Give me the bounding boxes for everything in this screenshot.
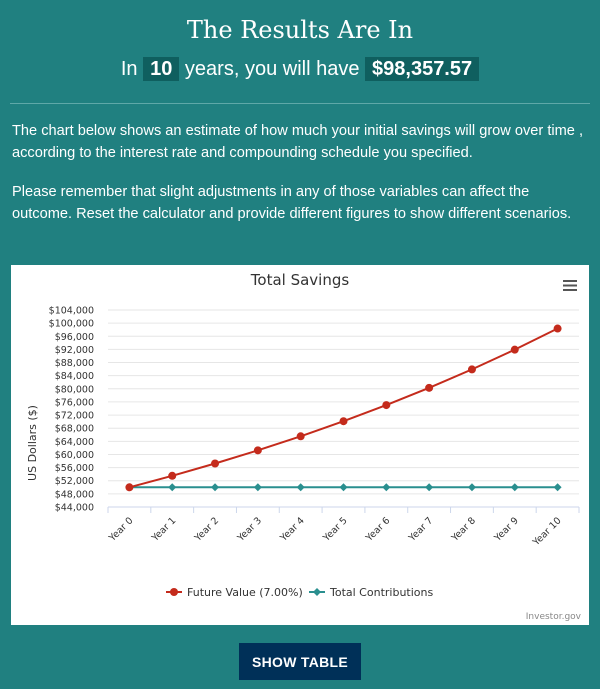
x-tick-label: Year 2 (192, 515, 221, 544)
x-tick-label: Year 0 (106, 515, 135, 544)
future-value-point[interactable] (253, 446, 262, 455)
contribution-point[interactable] (339, 483, 348, 492)
results-summary: In 10 years, you will have $98,357.57 (0, 57, 600, 81)
contribution-point[interactable] (467, 483, 476, 492)
future-value-point[interactable] (467, 365, 476, 374)
x-tick-label: Year 5 (320, 515, 349, 544)
future-value-point[interactable] (382, 401, 391, 410)
show-table-button[interactable]: SHOW TABLE (239, 643, 361, 680)
contribution-point[interactable] (425, 483, 434, 492)
legend-label: Future Value (7.00%) (187, 586, 303, 599)
future-value-point[interactable] (125, 483, 134, 492)
chart-container: Total Savings US Dollars ($) $44,000 $48,… (11, 265, 589, 625)
disclaimer-paragraph: Please remember that slight adjustments … (12, 184, 572, 222)
x-tick-label: Year 8 (449, 515, 478, 544)
x-tick-label: Year 9 (492, 515, 521, 544)
future-value-point[interactable] (425, 383, 434, 392)
future-value-point[interactable] (510, 345, 519, 354)
summary-middle: years, you will have (184, 58, 360, 80)
x-tick-label: Year 6 (363, 515, 392, 544)
y-tick-label: $56,000 (55, 463, 94, 474)
y-tick-label: $48,000 (55, 489, 94, 500)
future-value-point[interactable] (168, 471, 177, 480)
y-tick-label: $104,000 (49, 306, 94, 317)
y-tick-label: $64,000 (55, 437, 94, 448)
y-tick-label: $76,000 (55, 397, 94, 408)
legend-marker-circle-icon (170, 588, 178, 596)
contribution-point[interactable] (253, 483, 262, 492)
explanation-paragraph: The chart below shows an estimate of how… (12, 123, 584, 161)
x-tick-label: Year 3 (235, 515, 264, 544)
x-tick-label: Year 1 (149, 515, 178, 544)
y-tick-label: $68,000 (55, 424, 94, 435)
credit-label: Investor.gov (526, 612, 582, 622)
contribution-point[interactable] (296, 483, 305, 492)
future-value-point[interactable] (553, 324, 562, 333)
y-tick-label: $88,000 (55, 358, 94, 369)
hamburger-menu-icon[interactable] (561, 278, 577, 294)
years-value: 10 (143, 57, 180, 81)
summary-prefix: In (120, 58, 138, 80)
contribution-point[interactable] (510, 483, 519, 492)
results-title: The Results Are In (186, 16, 414, 44)
y-tick-label: $92,000 (55, 345, 94, 356)
series-line-future-value (129, 327, 559, 489)
divider (10, 103, 590, 104)
x-tick-label: Year 7 (406, 515, 435, 544)
y-axis-label: US Dollars ($) (26, 405, 39, 481)
y-tick-label: $96,000 (55, 332, 94, 343)
future-value-point[interactable] (211, 459, 220, 468)
y-tick-label: $100,000 (49, 319, 94, 330)
x-tick-label: Year 10 (530, 515, 563, 548)
legend-item-total-contributions[interactable]: Total Contributions (309, 586, 433, 599)
y-tick-label: $52,000 (55, 476, 94, 487)
contribution-point[interactable] (168, 483, 177, 492)
chart-title: Total Savings (250, 271, 350, 289)
x-tick-label: Year 4 (278, 515, 307, 544)
contribution-point[interactable] (553, 483, 562, 492)
legend-item-future-value[interactable]: Future Value (7.00%) (166, 586, 303, 599)
y-tick-label: $60,000 (55, 450, 94, 461)
contribution-point[interactable] (382, 483, 391, 492)
final-amount: $98,357.57 (365, 57, 480, 81)
total-savings-chart: Total Savings US Dollars ($) $44,000 $48,… (26, 271, 582, 622)
y-tick-label: $72,000 (55, 411, 94, 422)
y-tick-label: $84,000 (55, 371, 94, 382)
future-value-point[interactable] (339, 417, 348, 426)
legend-marker-diamond-icon (313, 588, 321, 596)
contribution-point[interactable] (211, 483, 220, 492)
future-value-point[interactable] (296, 432, 305, 441)
legend-label: Total Contributions (329, 586, 433, 599)
y-tick-label: $80,000 (55, 384, 94, 395)
y-tick-label: $44,000 (55, 503, 94, 514)
